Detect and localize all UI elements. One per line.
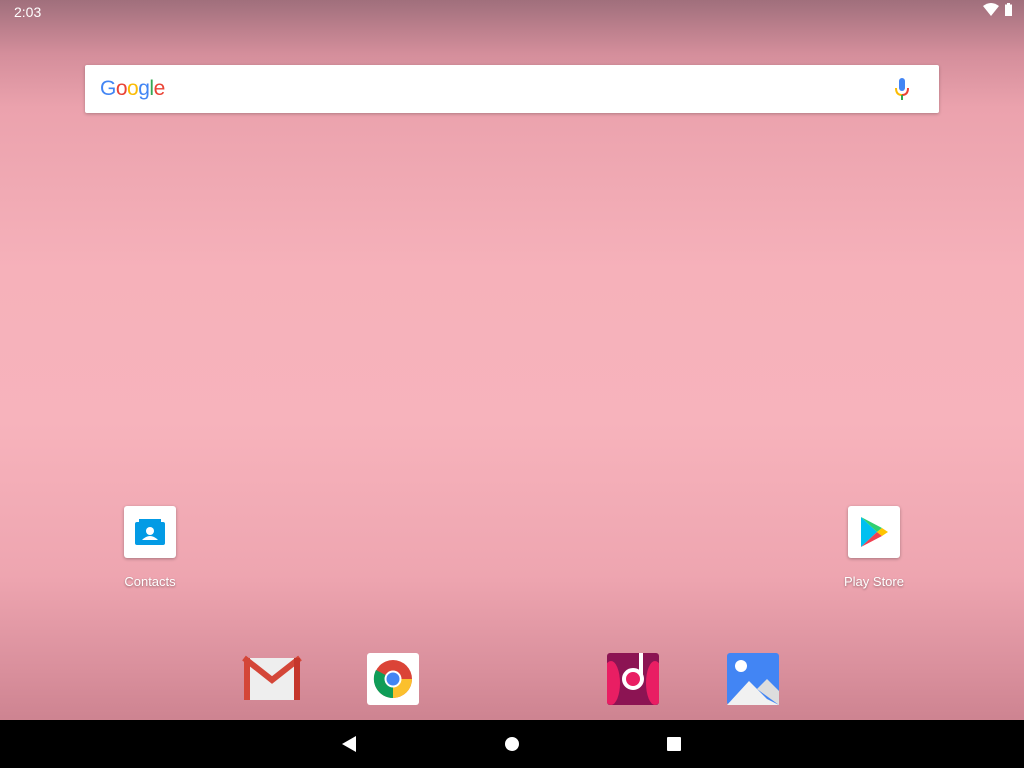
app-label: Contacts (124, 574, 176, 589)
music-icon[interactable] (607, 653, 659, 705)
battery-icon (1005, 3, 1012, 16)
back-button[interactable] (325, 720, 373, 768)
back-icon (342, 736, 356, 752)
wifi-icon (983, 3, 999, 16)
home-button[interactable] (488, 720, 536, 768)
microphone-icon[interactable] (895, 78, 909, 100)
play-store-icon (848, 506, 900, 558)
recents-button[interactable] (650, 720, 698, 768)
navigation-bar (0, 720, 1024, 768)
recents-icon (667, 737, 681, 751)
google-search-bar[interactable] (85, 65, 939, 113)
app-play-store[interactable]: Play Store (824, 506, 924, 589)
chrome-icon[interactable] (367, 653, 419, 705)
photos-icon[interactable] (727, 653, 779, 705)
google-logo: Google (100, 77, 165, 100)
app-contacts[interactable]: Contacts (100, 506, 200, 589)
home-icon (505, 737, 519, 751)
clock: 2:03 (14, 4, 42, 20)
gmail-icon[interactable] (242, 653, 302, 705)
status-bar: 2:03 (0, 0, 1024, 24)
app-label: Play Store (844, 574, 904, 589)
contacts-icon (124, 506, 176, 558)
